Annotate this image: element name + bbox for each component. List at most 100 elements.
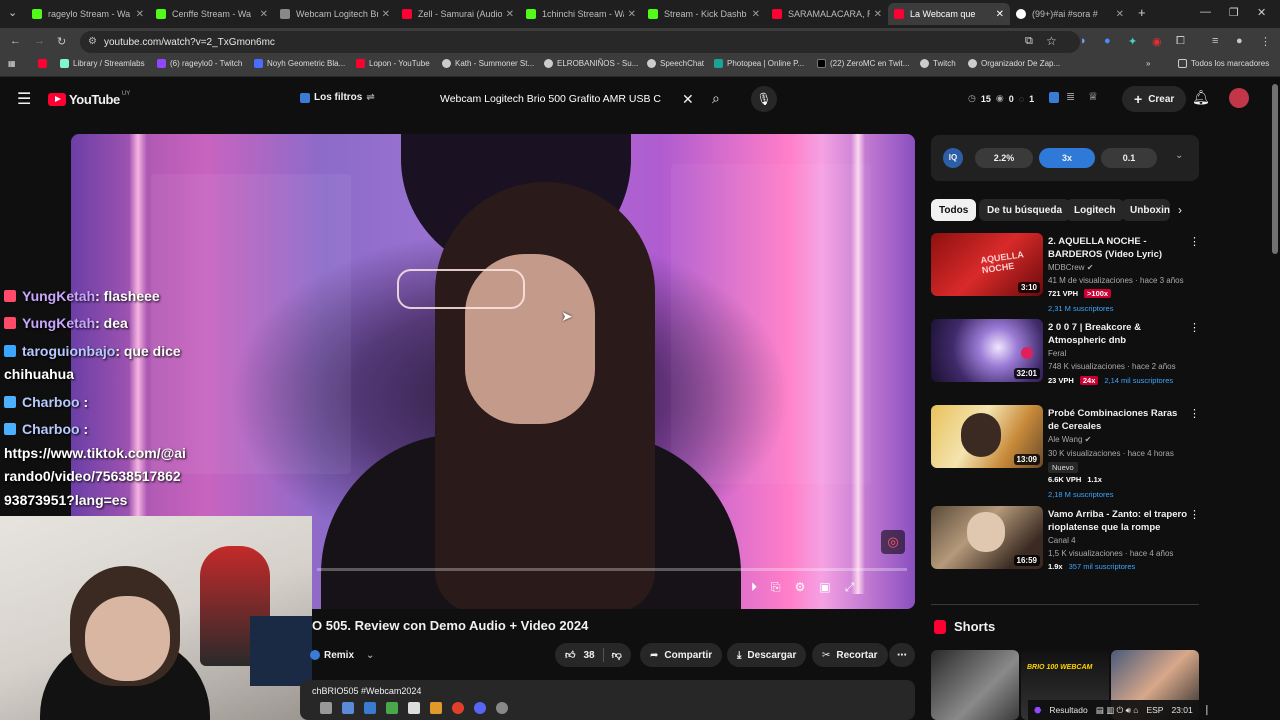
taskbar-app-icon[interactable] bbox=[430, 702, 442, 714]
bookmark-star-icon[interactable]: ☆ bbox=[1046, 34, 1057, 48]
reload-icon[interactable]: ↻ bbox=[57, 35, 66, 48]
chip-unboxing[interactable]: Unboxin bbox=[1122, 199, 1170, 221]
bookmark-item[interactable]: ELROBANIÑOS - Su... bbox=[544, 59, 638, 68]
close-icon[interactable]: ✕ bbox=[260, 9, 268, 20]
progress-bar[interactable] bbox=[317, 568, 907, 571]
browser-tab-1[interactable]: rageylo Stream - Wa ✕ bbox=[26, 3, 150, 25]
short-thumbnail[interactable] bbox=[931, 650, 1019, 720]
share-button[interactable]: ➦ Compartir bbox=[640, 643, 723, 667]
more-vertical-icon[interactable]: ⋮ bbox=[1189, 407, 1200, 420]
bookmark-item[interactable]: (22) ZeroMC en Twit... bbox=[817, 59, 909, 68]
address-bar[interactable]: ⚙ youtube.com/watch?v=2_TxGmon6mc ⧉ ☆ bbox=[80, 31, 1080, 53]
video-thumbnail[interactable]: 13:09 bbox=[931, 405, 1043, 468]
miniplayer-icon[interactable]: ▣ bbox=[819, 580, 830, 595]
recommended-video[interactable]: 16:59 Vamo Arriba - Zanto: el trapero ri… bbox=[931, 506, 1206, 586]
bookmark-item[interactable]: Library / Streamlabs bbox=[60, 59, 145, 68]
extension-icon[interactable]: ● bbox=[1104, 35, 1111, 47]
language-indicator[interactable]: ESP bbox=[1146, 705, 1163, 715]
chip-todos[interactable]: Todos bbox=[931, 199, 977, 221]
bookmark-item[interactable]: SpeechChat bbox=[647, 59, 704, 68]
bookmark-item[interactable]: Lopon - YouTube bbox=[356, 59, 430, 68]
clear-search-icon[interactable]: ✕ bbox=[682, 91, 694, 108]
tray-icons[interactable]: ▤ ▥ ⏻ 🔊︎ ⌂ bbox=[1096, 705, 1139, 716]
video-thumbnail[interactable]: 32:01 bbox=[931, 319, 1043, 382]
more-bookmarks-icon[interactable]: » bbox=[1146, 59, 1150, 68]
bookmark-item[interactable]: Organizador De Zap... bbox=[968, 59, 1060, 68]
chevron-right-icon[interactable]: › bbox=[1178, 203, 1182, 217]
video-thumbnail[interactable]: AQUELLA NOCHE 3:10 bbox=[931, 233, 1043, 296]
bookmark-youtube-icon[interactable] bbox=[38, 59, 51, 68]
account-avatar[interactable] bbox=[1229, 88, 1249, 108]
tray-result-label[interactable]: Resultado bbox=[1049, 705, 1087, 715]
value-pill[interactable]: 0.1 bbox=[1101, 148, 1157, 168]
tab-search-icon[interactable]: ⌄ bbox=[8, 6, 17, 19]
close-icon[interactable]: ✕ bbox=[1116, 9, 1124, 20]
clip-button[interactable]: ✂ Recortar bbox=[812, 643, 888, 667]
ratio-pill[interactable]: 2.2% bbox=[975, 148, 1033, 168]
close-icon[interactable]: ✕ bbox=[136, 9, 144, 20]
search-input[interactable]: Webcam Logitech Brio 500 Grafito AMR USB… bbox=[430, 86, 702, 112]
more-actions-button[interactable]: ⋯ bbox=[889, 643, 915, 667]
close-icon[interactable]: ✕ bbox=[752, 9, 760, 20]
browser-tab-3[interactable]: Webcam Logitech Br ✕ bbox=[274, 3, 396, 25]
more-vertical-icon[interactable]: ⋮ bbox=[1189, 321, 1200, 334]
recommended-video[interactable]: 13:09 Probé Combinaciones Raras de Cerea… bbox=[931, 405, 1206, 501]
chat-link[interactable]: https://www.tiktok.com/@ai bbox=[4, 445, 186, 461]
speed-pill[interactable]: 3x bbox=[1039, 148, 1095, 168]
browser-tab-6[interactable]: Stream - Kick Dashb ✕ bbox=[642, 3, 766, 25]
taskbar-app-icon[interactable] bbox=[496, 702, 508, 714]
bookmark-item[interactable]: (6) rageylo0 - Twitch bbox=[157, 59, 242, 68]
more-vertical-icon[interactable]: ⋮ bbox=[1189, 508, 1200, 521]
reading-list-icon[interactable]: ≡ bbox=[1212, 35, 1218, 47]
all-bookmarks[interactable]: Todos los marcadores bbox=[1178, 59, 1269, 68]
chrome-icon[interactable] bbox=[452, 702, 464, 714]
recommended-video[interactable]: 32:01 2 0 0 7 | Breakcore & Atmospheric … bbox=[931, 319, 1206, 399]
settings-gear-icon[interactable]: ⚙ bbox=[795, 580, 806, 595]
video-thumbnail[interactable]: 16:59 bbox=[931, 506, 1043, 569]
forward-icon[interactable]: → bbox=[34, 35, 45, 47]
create-button[interactable]: + Crear bbox=[1122, 86, 1187, 112]
page-scrollbar[interactable] bbox=[1272, 84, 1278, 254]
chat-link[interactable]: 93873951?lang=es bbox=[4, 492, 127, 508]
fullscreen-icon[interactable]: ⤢ bbox=[845, 580, 855, 595]
filters-button[interactable]: Los filtros ⇌ bbox=[300, 92, 375, 103]
window-close-icon[interactable]: ✕ bbox=[1257, 6, 1266, 19]
thumbs-up-icon[interactable]: 👍︎ bbox=[565, 649, 575, 661]
bookmark-item[interactable]: Twitch bbox=[920, 59, 956, 68]
description-box[interactable]: chBRIO505 #Webcam2024 bbox=[300, 680, 915, 720]
browser-tab-4[interactable]: Zell - Samurai (Audio ✕ bbox=[396, 3, 520, 25]
back-icon[interactable]: ← bbox=[10, 35, 21, 47]
extension-overlay-icon[interactable]: ◎ bbox=[881, 530, 905, 554]
close-icon[interactable]: ✕ bbox=[506, 9, 514, 20]
list-icon[interactable]: ≣ bbox=[1066, 90, 1075, 103]
taskbar-app-icon[interactable] bbox=[408, 702, 420, 714]
close-icon[interactable]: ✕ bbox=[628, 9, 636, 20]
voice-search-button[interactable]: 🎙 bbox=[751, 86, 777, 112]
tray-app-icon[interactable]: ⬣ bbox=[1034, 705, 1041, 716]
thumbs-down-icon[interactable]: 👎︎ bbox=[612, 649, 622, 661]
close-icon[interactable]: ✕ bbox=[382, 9, 390, 20]
install-icon[interactable]: ⧉ bbox=[1025, 35, 1033, 48]
minimize-icon[interactable]: — bbox=[1200, 6, 1211, 18]
subtitles-icon[interactable]: ⎘ bbox=[771, 580, 781, 595]
site-info-icon[interactable]: ⚙ bbox=[88, 36, 97, 47]
browser-tab-7[interactable]: SARAMALACARA, Ro ✕ bbox=[766, 3, 888, 25]
like-count[interactable]: 38 bbox=[583, 650, 594, 661]
profile-avatar[interactable]: ● bbox=[1236, 35, 1243, 47]
youtube-logo[interactable]: YouTube UY bbox=[48, 91, 130, 107]
extension-icon[interactable] bbox=[1049, 92, 1059, 103]
browser-tab-2[interactable]: Cenffe Stream - Wa ✕ bbox=[150, 3, 274, 25]
chip-de-tu-busqueda[interactable]: De tu búsqueda bbox=[979, 199, 1071, 221]
new-tab-button[interactable]: + bbox=[1138, 5, 1146, 20]
extension-icon[interactable]: ◉ bbox=[1152, 35, 1162, 48]
extension-icon[interactable]: ◗ bbox=[1080, 35, 1087, 47]
browser-tab-5[interactable]: 1chinchi Stream - Wa ✕ bbox=[520, 3, 642, 25]
clock[interactable]: 23:01 bbox=[1171, 705, 1192, 715]
chrome-menu-icon[interactable]: ⋮ bbox=[1260, 35, 1271, 48]
remix-button[interactable]: Remix ⌄ bbox=[306, 643, 378, 667]
close-icon[interactable]: ✕ bbox=[874, 9, 882, 20]
taskbar-app-icon[interactable] bbox=[320, 702, 332, 714]
trophy-icon[interactable]: ♕ bbox=[1088, 90, 1098, 103]
discord-icon[interactable] bbox=[474, 702, 486, 714]
search-icon[interactable]: ⌕ bbox=[712, 90, 720, 107]
